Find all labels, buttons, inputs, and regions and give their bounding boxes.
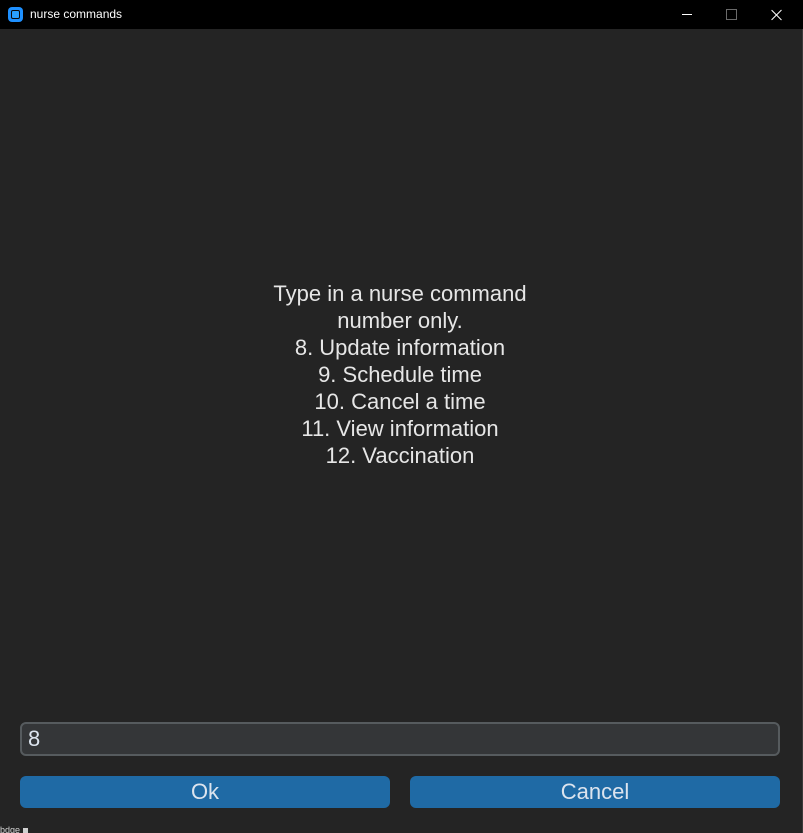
footer-text: bdge — [0, 825, 29, 833]
prompt-line: 9. Schedule time — [318, 362, 482, 387]
app-icon — [8, 7, 23, 22]
prompt-line: number only. — [337, 308, 463, 333]
prompt-line: 12. Vaccination — [325, 443, 475, 468]
maximize-icon — [725, 9, 737, 20]
close-button[interactable] — [753, 0, 799, 29]
dialog-window: nurse commands Type in a nurse command n… — [0, 0, 803, 833]
ok-button[interactable]: Ok — [20, 776, 390, 808]
cancel-button[interactable]: Cancel — [410, 776, 780, 808]
prompt-line: 10. Cancel a time — [314, 389, 486, 414]
footer-label: bdge — [0, 825, 21, 833]
title-bar[interactable]: nurse commands — [0, 0, 803, 29]
minimize-button[interactable] — [664, 0, 710, 29]
prompt-line: 11. View information — [301, 416, 499, 441]
close-icon — [770, 9, 782, 21]
prompt-line: Type in a nurse command — [273, 281, 527, 306]
maximize-button[interactable] — [708, 0, 754, 29]
command-input[interactable] — [20, 722, 780, 756]
minimize-icon — [682, 14, 692, 15]
prompt-line: 8. Update information — [294, 335, 506, 360]
window-title: nurse commands — [30, 7, 123, 21]
square-icon — [23, 828, 29, 833]
prompt-text: Type in a nurse command number only. 8. … — [0, 280, 800, 469]
